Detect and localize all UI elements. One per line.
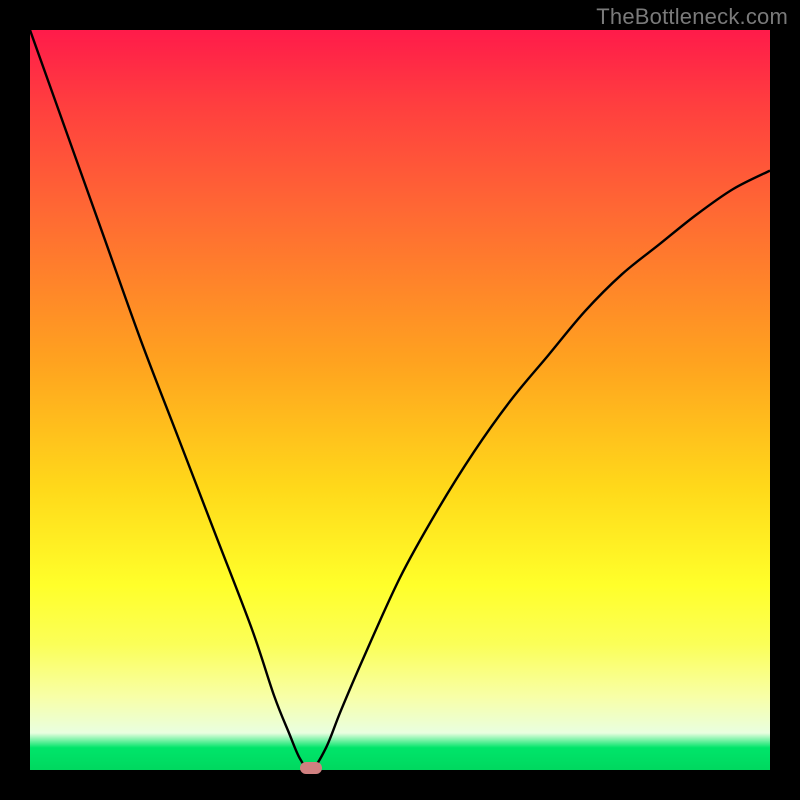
minimum-marker — [300, 762, 322, 774]
bottleneck-curve — [30, 30, 770, 770]
watermark-text: TheBottleneck.com — [596, 4, 788, 30]
plot-area — [30, 30, 770, 770]
chart-frame — [30, 30, 770, 770]
curve-path — [30, 30, 770, 770]
